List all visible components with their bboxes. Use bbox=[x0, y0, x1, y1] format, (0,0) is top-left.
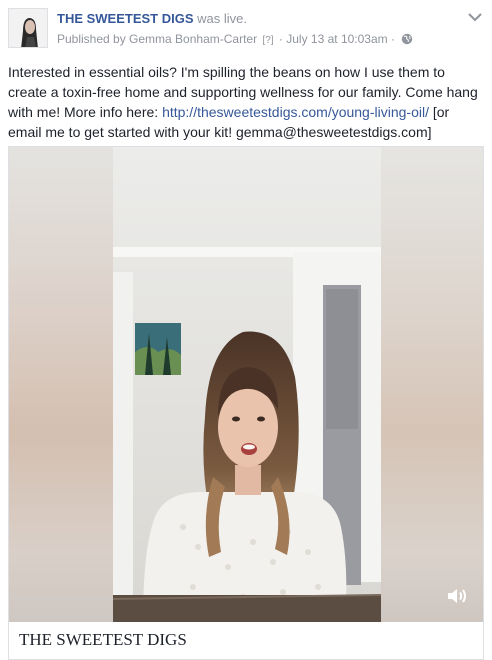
post-link[interactable]: http://thesweetestdigs.com/young-living-… bbox=[162, 104, 429, 120]
timestamp-link[interactable]: July 13 at 10:03am bbox=[286, 32, 387, 46]
avatar[interactable] bbox=[8, 8, 48, 48]
globe-icon[interactable] bbox=[401, 33, 413, 45]
publisher-text: Published by Gemma Bonham-Carter bbox=[57, 32, 258, 46]
post-text: Interested in essential oils? I'm spilli… bbox=[8, 62, 484, 142]
video-caption[interactable]: THE SWEETEST DIGS bbox=[8, 622, 484, 660]
speaker-icon[interactable] bbox=[445, 584, 469, 608]
page-name-link[interactable]: THE SWEETEST DIGS bbox=[57, 11, 194, 26]
video-frame bbox=[113, 147, 381, 622]
help-marker[interactable]: [?] bbox=[262, 35, 273, 46]
chevron-down-icon[interactable] bbox=[468, 12, 482, 22]
meta-separator: · bbox=[278, 32, 283, 46]
video-blur-right bbox=[378, 147, 483, 622]
post-meta: Published by Gemma Bonham-Carter [?] · J… bbox=[57, 32, 413, 46]
facebook-post: THE SWEETEST DIGS was live. Published by… bbox=[0, 0, 492, 660]
post-author-line: THE SWEETEST DIGS was live. bbox=[57, 11, 247, 26]
caption-title: THE SWEETEST DIGS bbox=[19, 630, 187, 649]
meta-separator: · bbox=[391, 32, 395, 46]
video-blur-left bbox=[9, 147, 114, 622]
live-status-text: was live. bbox=[197, 11, 247, 26]
live-video-player[interactable] bbox=[8, 146, 484, 622]
